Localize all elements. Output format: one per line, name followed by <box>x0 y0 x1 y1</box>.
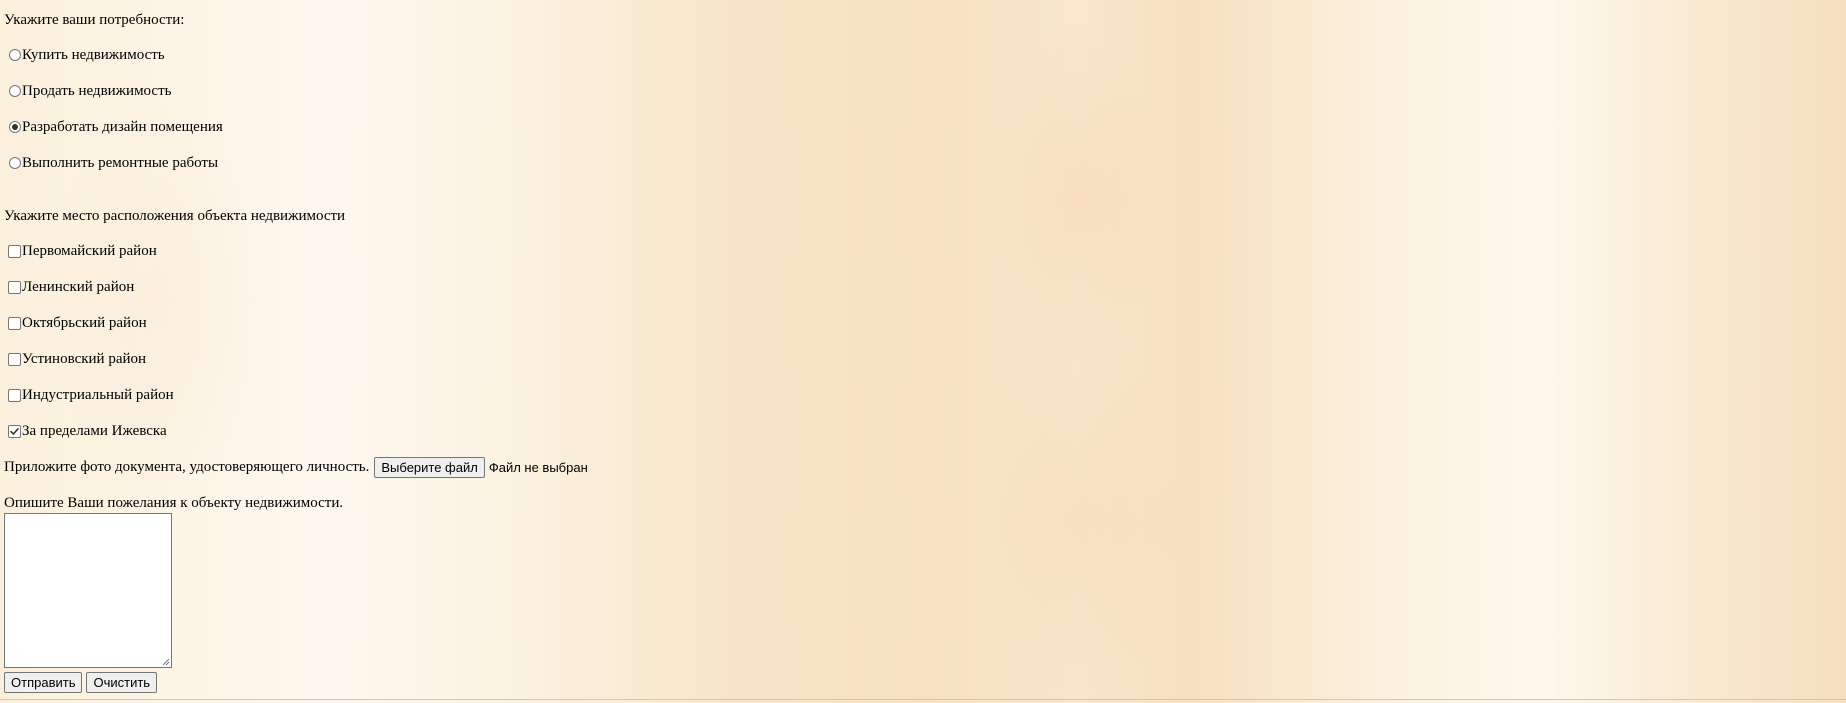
file-status-text: Файл не выбран <box>488 459 588 475</box>
upload-row: Приложите фото документа, удостоверяющег… <box>4 456 588 478</box>
radio-option-repair[interactable]: Выполнить ремонтные работы <box>4 152 218 174</box>
radio-option-design[interactable]: Разработать дизайн помещения <box>4 116 223 138</box>
checkbox[interactable] <box>8 244 21 258</box>
checkbox[interactable] <box>8 280 21 294</box>
checkbox-label: За пределами Ижевска <box>22 422 167 439</box>
checkbox[interactable] <box>8 352 21 366</box>
resize-grip-icon[interactable] <box>162 658 170 666</box>
radio-label: Купить недвижимость <box>22 46 165 63</box>
checkbox-label: Индустриальный район <box>22 386 174 403</box>
radio-button[interactable] <box>9 49 21 61</box>
radio-button-checked[interactable] <box>9 121 21 133</box>
checkbox-label: Октябрьский район <box>22 314 147 331</box>
bottom-divider <box>0 699 1846 700</box>
submit-button[interactable]: Отправить <box>4 672 83 693</box>
location-heading: Укажите место расположения объекта недви… <box>4 207 346 224</box>
radio-option-sell[interactable]: Продать недвижимость <box>4 80 172 102</box>
checkbox-option-ustinovsky[interactable]: Устиновский район <box>4 348 146 370</box>
radio-label: Разработать дизайн помещения <box>22 118 223 135</box>
wishes-textarea[interactable] <box>4 513 172 668</box>
choose-file-button[interactable]: Выберите файл <box>374 456 485 478</box>
wishes-label: Опишите Ваши пожелания к объекту недвижи… <box>4 494 344 511</box>
checkbox-option-outside-izhevsk[interactable]: За пределами Ижевска <box>4 420 167 442</box>
form-actions: Отправить Очистить <box>4 672 158 693</box>
radio-option-buy[interactable]: Купить недвижимость <box>4 44 165 66</box>
radio-button[interactable] <box>9 157 21 169</box>
radio-label: Выполнить ремонтные работы <box>22 154 219 171</box>
checkbox-label: Ленинский район <box>22 278 135 295</box>
checkbox-checked[interactable] <box>8 424 21 438</box>
checkbox[interactable] <box>8 316 21 330</box>
reset-button[interactable]: Очистить <box>86 672 158 693</box>
checkmark-icon <box>10 427 19 435</box>
checkbox-option-pervomaysky[interactable]: Первомайский район <box>4 240 157 262</box>
radio-button[interactable] <box>9 85 21 97</box>
checkbox-label: Устиновский район <box>22 350 147 367</box>
upload-label: Приложите фото документа, удостоверяющег… <box>4 458 370 475</box>
checkbox-option-industrialny[interactable]: Индустриальный район <box>4 384 174 406</box>
radio-label: Продать недвижимость <box>22 82 172 99</box>
checkbox-option-leninsky[interactable]: Ленинский район <box>4 276 134 298</box>
checkbox-label: Первомайский район <box>22 242 157 259</box>
checkbox-option-oktyabrsky[interactable]: Октябрьский район <box>4 312 147 334</box>
checkbox[interactable] <box>8 388 21 402</box>
needs-heading: Укажите ваши потребности: <box>4 11 185 28</box>
